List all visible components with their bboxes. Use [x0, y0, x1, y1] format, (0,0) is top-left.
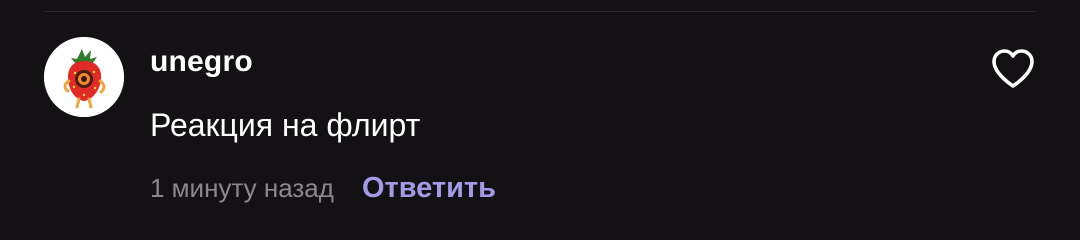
- like-button[interactable]: [986, 44, 1040, 94]
- comment-meta: 1 минуту назад Ответить: [150, 170, 496, 206]
- timestamp: 1 минуту назад: [150, 173, 334, 203]
- username[interactable]: unegro: [150, 44, 253, 80]
- avatar[interactable]: [44, 37, 124, 117]
- strawberry-avatar-icon: [44, 37, 124, 117]
- divider: [44, 11, 1036, 12]
- comment-item: unegro Реакция на флирт 1 минуту назад О…: [0, 0, 1080, 240]
- heart-icon: [992, 49, 1034, 88]
- comment-text: Реакция на флирт: [150, 107, 421, 143]
- reply-button[interactable]: Ответить: [362, 170, 496, 206]
